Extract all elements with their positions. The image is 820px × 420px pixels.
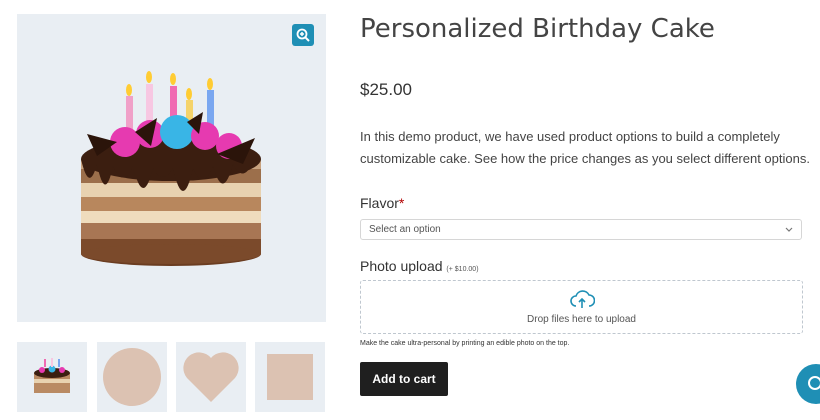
chevron-down-icon	[785, 227, 793, 232]
cake-image	[81, 71, 261, 266]
thumbnail-square[interactable]	[255, 342, 325, 412]
dropzone-text: Drop files here to upload	[527, 313, 636, 325]
photo-dropzone[interactable]: Drop files here to upload	[360, 280, 803, 334]
zoom-button[interactable]	[292, 24, 314, 46]
photo-upload-label-text: Photo upload	[360, 258, 443, 274]
thumbnail-heart[interactable]	[176, 342, 246, 412]
heart-shape	[183, 352, 239, 402]
thumbnail-strip	[17, 342, 326, 412]
thumbnail-cake[interactable]	[17, 342, 87, 412]
flavor-select[interactable]: Select an option	[360, 219, 802, 240]
flavor-label: Flavor*	[360, 195, 404, 211]
product-price: $25.00	[360, 80, 412, 99]
photo-help-text: Make the cake ultra-personal by printing…	[360, 340, 570, 347]
zoom-in-icon	[296, 28, 310, 42]
photo-upload-label: Photo upload (+ $10.00)	[360, 258, 479, 274]
required-mark: *	[398, 195, 405, 211]
thumbnail-circle[interactable]	[97, 342, 167, 412]
chat-icon	[808, 376, 820, 390]
flavor-select-value: Select an option	[369, 224, 441, 235]
cloud-upload-icon	[569, 289, 595, 308]
add-to-cart-button[interactable]: Add to cart	[360, 362, 448, 396]
product-main-image[interactable]	[17, 14, 326, 322]
product-description: In this demo product, we have used produ…	[360, 129, 810, 166]
flavor-label-text: Flavor	[360, 195, 399, 211]
product-title: Personalized Birthday Cake	[360, 14, 715, 44]
circle-shape	[103, 348, 161, 406]
chat-button[interactable]	[796, 364, 820, 404]
cake-thumbnail-image	[34, 358, 70, 393]
square-shape	[267, 354, 313, 400]
photo-price-note: (+ $10.00)	[446, 266, 479, 273]
